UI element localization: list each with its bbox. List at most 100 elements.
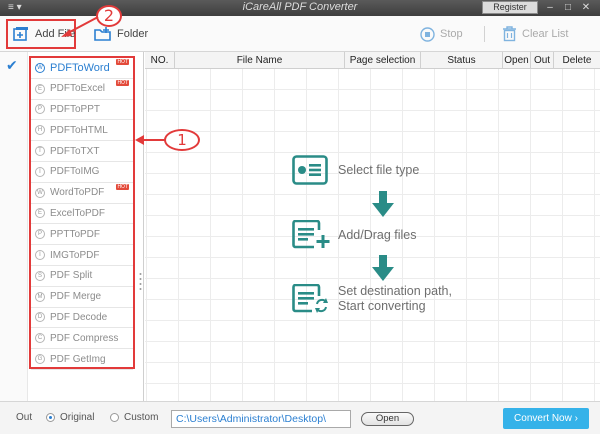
open-button[interactable]: Open: [361, 412, 414, 426]
chevron-right-icon: ›: [574, 413, 578, 424]
converter-type-icon: M: [35, 291, 45, 302]
stop-label: Stop: [440, 28, 463, 40]
converter-item[interactable]: G PDF GetImg: [31, 349, 133, 370]
converter-type-icon: E: [35, 83, 45, 94]
converter-item[interactable]: W WordToPDF HOT: [31, 183, 133, 204]
converter-type-icon: H: [35, 125, 45, 136]
col-no: NO.: [145, 52, 175, 69]
add-files-icon: [292, 220, 330, 249]
converter-type-icon: I: [35, 166, 45, 177]
add-file-icon: [13, 27, 28, 41]
register-button[interactable]: Register: [482, 1, 538, 14]
checkmark-icon: ✔: [6, 57, 18, 73]
custom-label: Custom: [124, 412, 159, 423]
out-label: Out: [16, 412, 33, 423]
converter-item[interactable]: T PDFToTXT: [31, 141, 133, 162]
converter-item-label: PDFToHTML: [50, 124, 108, 136]
converter-item[interactable]: E ExcelToPDF: [31, 204, 133, 225]
converter-item-label: ExcelToPDF: [50, 207, 106, 219]
custom-radio-dot[interactable]: [110, 413, 119, 422]
bottom-bar: Out Original Custom Open Convert Now ›: [0, 401, 600, 434]
clear-list-label: Clear List: [522, 28, 569, 40]
col-status: Status: [421, 52, 503, 69]
converter-item[interactable]: W PDFToWord HOT: [31, 58, 133, 79]
converter-item[interactable]: I IMGToPDF: [31, 245, 133, 266]
converter-item[interactable]: S PDF Split: [31, 266, 133, 287]
output-path-input[interactable]: [171, 410, 351, 428]
converter-item[interactable]: I PDFToIMG: [31, 162, 133, 183]
table-header: NO. File Name Page selection Status Open…: [145, 52, 600, 69]
convert-now-label: Convert Now: [514, 413, 572, 424]
selection-column: ✔: [0, 52, 28, 401]
maximize-icon[interactable]: □: [562, 1, 574, 14]
converter-item[interactable]: C PDF Compress: [31, 328, 133, 350]
step3-label-line2: Start converting: [338, 299, 426, 313]
step2-label: Add/Drag files: [338, 227, 417, 242]
converter-item[interactable]: P PPTToPDF: [31, 224, 133, 246]
select-type-icon: [292, 155, 328, 185]
folder-label: Folder: [117, 28, 149, 40]
trash-icon: [503, 26, 516, 42]
converter-list: W PDFToWord HOT E PDFToExcel HOT P PDFToPPT H PDF…: [29, 56, 135, 370]
custom-radio[interactable]: Custom: [110, 412, 158, 423]
converter-type-icon: G: [35, 354, 45, 365]
converter-type-icon: T: [35, 146, 45, 157]
annotation-marker-1: 1: [164, 129, 200, 151]
arrow-down-icon: [372, 191, 394, 217]
converter-item-label: PDF Split: [50, 270, 93, 282]
file-table[interactable]: NO. File Name Page selection Status Open…: [145, 52, 600, 401]
original-radio-dot[interactable]: [46, 413, 55, 422]
col-page-selection: Page selection: [345, 52, 421, 69]
converter-type-icon: C: [35, 333, 45, 344]
col-out: Out: [531, 52, 554, 69]
minimize-icon[interactable]: –: [544, 1, 556, 14]
converter-item-label: IMGToPDF: [50, 249, 100, 261]
converter-type-icon: W: [35, 62, 45, 73]
converter-type-icon: W: [35, 187, 45, 198]
toolbar-divider: [484, 26, 485, 42]
converter-item-label: PDF Decode: [50, 311, 108, 323]
converter-item-label: PDFToTXT: [50, 145, 100, 157]
convert-now-button[interactable]: Convert Now ›: [503, 408, 589, 429]
converter-item[interactable]: E PDFToExcel HOT: [31, 79, 133, 100]
converter-item-label: PDF Merge: [50, 291, 102, 303]
converter-item[interactable]: P PDFToPPT: [31, 100, 133, 121]
converter-item-label: PDFToExcel: [50, 83, 106, 95]
col-open: Open: [503, 52, 531, 69]
converter-item-label: PDFToWord: [50, 61, 110, 74]
annotation-arrow-icon: [61, 16, 99, 37]
step-add-files: Add/Drag files: [292, 220, 417, 250]
converter-type-icon: P: [35, 229, 45, 240]
splitter-handle[interactable]: [139, 272, 142, 294]
step-select-type: Select file type: [292, 155, 419, 185]
clear-list-button[interactable]: Clear List: [502, 22, 568, 46]
converter-item[interactable]: M PDF Merge: [31, 287, 133, 308]
stop-button[interactable]: Stop: [420, 22, 463, 46]
step3-label-line1: Set destination path,: [338, 284, 452, 298]
annotation-arrow-icon: [135, 135, 165, 145]
original-radio[interactable]: Original: [46, 412, 94, 423]
original-label: Original: [60, 412, 95, 423]
close-icon[interactable]: ✕: [580, 1, 592, 14]
step-convert: Set destination path, Start converting: [292, 284, 452, 314]
converter-type-icon: E: [35, 208, 45, 219]
converter-type-icon: S: [35, 270, 45, 281]
converter-item-label: WordToPDF: [50, 187, 105, 199]
col-file-name: File Name: [175, 52, 345, 69]
col-delete: Delete: [562, 55, 592, 66]
converter-item-label: PPTToPDF: [50, 228, 101, 240]
hot-badge: HOT: [116, 183, 129, 190]
converter-type-icon: I: [35, 250, 45, 261]
converter-item[interactable]: D PDF Decode: [31, 308, 133, 329]
converter-item-label: PDFToIMG: [50, 166, 100, 178]
hot-badge: HOT: [116, 59, 129, 65]
converter-type-icon: P: [35, 104, 45, 115]
converter-type-icon: D: [35, 312, 45, 323]
step3-text: Set destination path, Start converting: [338, 284, 452, 314]
converter-item-label: PDFToPPT: [50, 103, 101, 115]
convert-icon: [292, 284, 328, 313]
converter-item[interactable]: H PDFToHTML: [31, 120, 133, 142]
step1-label: Select file type: [338, 162, 420, 177]
converter-item-label: PDF GetImg: [50, 353, 106, 365]
converter-panel: ✔ W PDFToWord HOT E PDFToExcel HOT P PDFToPPT H P…: [0, 52, 144, 401]
